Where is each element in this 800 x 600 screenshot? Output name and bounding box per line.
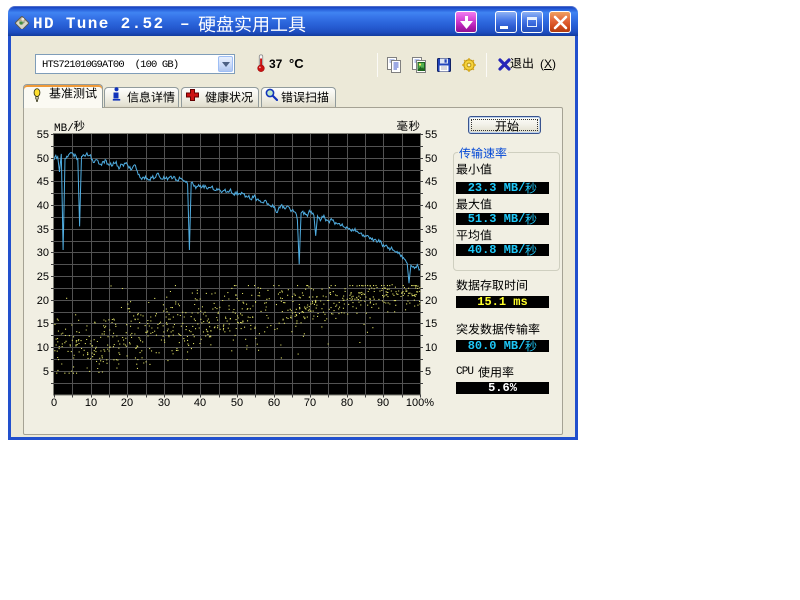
svg-text:30: 30 [37,247,49,259]
svg-text:5: 5 [43,366,49,378]
svg-text:45: 45 [37,176,49,188]
svg-text:25: 25 [37,271,49,283]
svg-text:35: 35 [37,224,49,236]
svg-text:35: 35 [425,224,437,236]
svg-text:55: 55 [37,129,49,141]
svg-text:0: 0 [51,397,57,409]
svg-text:45: 45 [425,176,437,188]
svg-text:15: 15 [425,318,437,330]
svg-text:15: 15 [37,318,49,330]
svg-text:20: 20 [425,295,437,307]
svg-text:50: 50 [37,153,49,165]
svg-text:10: 10 [37,342,49,354]
svg-text:30: 30 [158,397,170,409]
svg-text:20: 20 [37,295,49,307]
svg-text:25: 25 [425,271,437,283]
svg-text:50: 50 [425,153,437,165]
svg-text:40: 40 [37,200,49,212]
svg-text:30: 30 [425,247,437,259]
svg-text:80: 80 [341,397,353,409]
svg-text:MB/: MB/ [54,123,74,135]
svg-text:100%: 100% [406,397,434,409]
svg-text:40: 40 [194,397,206,409]
svg-text:20: 20 [121,397,133,409]
svg-text:70: 70 [304,397,316,409]
svg-text:55: 55 [425,129,437,141]
svg-text:50: 50 [231,397,243,409]
svg-text:10: 10 [85,397,97,409]
svg-text:5: 5 [425,366,431,378]
svg-text:40: 40 [425,200,437,212]
svg-text:10: 10 [425,342,437,354]
svg-text:90: 90 [377,397,389,409]
svg-text:60: 60 [268,397,280,409]
